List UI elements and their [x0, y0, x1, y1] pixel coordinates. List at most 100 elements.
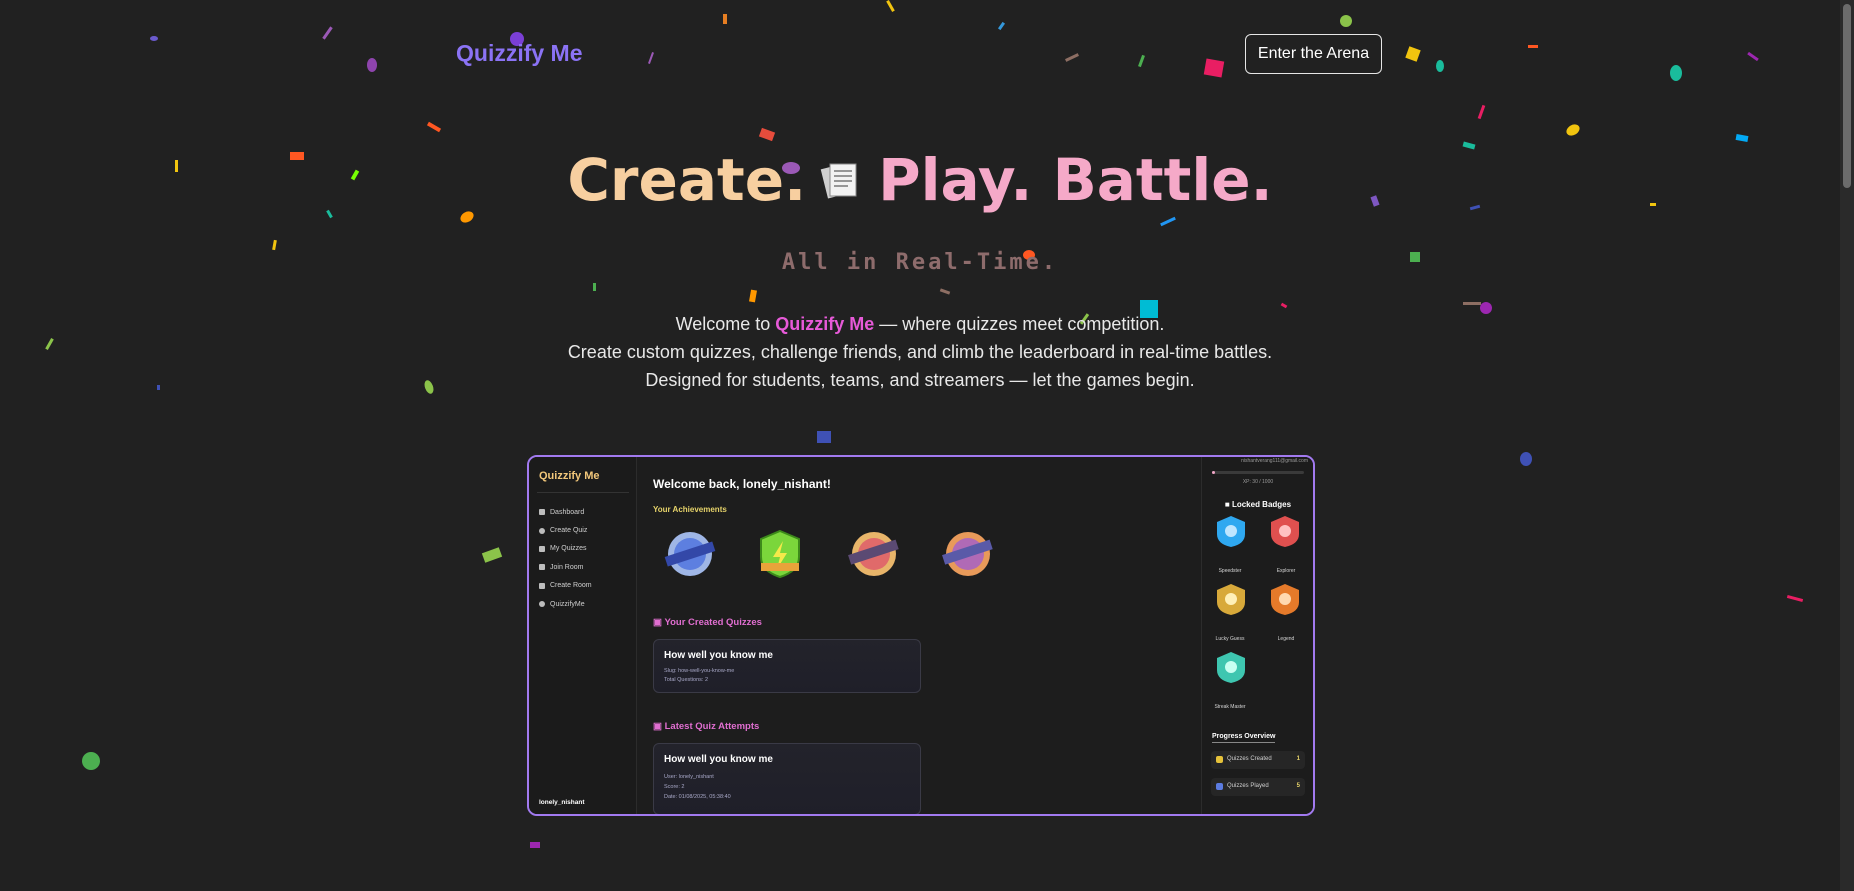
confetti-piece	[530, 842, 540, 848]
confetti-piece	[997, 21, 1006, 31]
confetti-piece	[1160, 216, 1176, 227]
confetti-piece	[648, 52, 654, 64]
nav-label: Create Quiz	[550, 527, 588, 535]
section-label: Latest Quiz Attempts	[664, 721, 760, 732]
preview-nav-dashboard: Dashboard	[539, 503, 592, 521]
confetti-piece	[1520, 452, 1532, 466]
site-logo[interactable]: Quizzify Me	[456, 40, 583, 67]
intro-line-2: Create custom quizzes, challenge friends…	[567, 342, 1273, 362]
preview-logo: Quizzify Me	[539, 470, 600, 482]
preview-welcome: Welcome back, lonely_nishant!	[653, 477, 831, 491]
hero-title: Create. Play. Battle.	[0, 146, 1840, 214]
preview-sidebar: Quizzify Me Dashboard Create Quiz My Qui…	[529, 457, 637, 814]
confetti-piece	[82, 752, 100, 770]
confetti-piece	[1065, 53, 1079, 62]
hero-subtitle: All in Real-Time.	[781, 250, 1059, 275]
stat-value: 5	[1296, 783, 1300, 789]
created-quiz-card: How well you know me Slug: how-well-you-…	[653, 639, 921, 693]
info-icon	[539, 601, 545, 608]
preview-achievements-title: Your Achievements	[653, 505, 727, 514]
confetti-piece	[1564, 122, 1582, 138]
xp-label: XP: 30 / 1000	[1242, 479, 1274, 485]
confetti-piece	[1405, 46, 1421, 62]
confetti-piece	[322, 26, 333, 40]
quiz-champ-badge-icon	[760, 529, 800, 579]
card-slug: Slug: how-well-you-know-me	[664, 668, 735, 674]
confetti-piece	[1340, 15, 1352, 27]
confetti-piece	[758, 127, 776, 142]
preview-nav-my-quizzes: My Quizzes	[539, 540, 592, 558]
nav-label: Dashboard	[550, 508, 585, 516]
intro-prefix: Welcome to	[675, 314, 776, 334]
home-icon	[539, 509, 545, 516]
confetti-piece	[1138, 54, 1145, 68]
intro-line-1: Welcome to Quizzify Me — where quizzes m…	[0, 310, 1840, 338]
nav-label: Create Room	[550, 582, 592, 590]
nav-label: Join Room	[550, 563, 584, 571]
preview-nav-create-room: Create Room	[539, 577, 592, 595]
scrollbar[interactable]	[1840, 0, 1854, 891]
hero-word-play: Play.	[878, 146, 1033, 214]
confetti-piece	[426, 121, 442, 133]
nav-label: QuizzifyMe	[550, 600, 585, 608]
confetti-piece	[886, 0, 895, 12]
explorer-badge-icon	[1271, 516, 1299, 547]
card-date: Date: 01/08/2025, 05:38:40	[664, 794, 731, 800]
intro-line-3: Designed for students, teams, and stream…	[645, 370, 1195, 390]
stat-label: Quizzes Created	[1227, 756, 1272, 762]
xp-progress-bar	[1212, 471, 1304, 474]
plus-circle-icon	[539, 527, 545, 534]
confetti-piece	[723, 14, 727, 24]
streak-master-badge-icon	[1217, 652, 1245, 683]
confetti-piece	[1280, 302, 1288, 309]
lucky-guess-badge-icon	[1217, 584, 1245, 615]
preview-nav: Dashboard Create Quiz My Quizzes Join Ro…	[539, 503, 592, 613]
badge-label: Explorer	[1276, 568, 1296, 574]
hero-word-battle: Battle.	[1052, 146, 1273, 214]
confetti-piece	[1747, 51, 1759, 62]
eye-icon	[539, 582, 545, 589]
confetti-piece	[939, 288, 951, 295]
lock-icon: ■	[1224, 500, 1232, 509]
intro-text: Welcome to Quizzify Me — where quizzes m…	[0, 310, 1840, 394]
speedster-badge-icon	[1217, 516, 1245, 547]
confetti-piece	[367, 58, 377, 72]
door-icon	[539, 564, 545, 571]
confetti-piece	[1735, 134, 1749, 142]
intro-suffix: — where quizzes meet competition.	[874, 314, 1165, 334]
gamepad-icon	[1216, 783, 1223, 790]
progress-overview-title: Progress Overview	[1212, 733, 1276, 743]
section-label: Locked Badges	[1231, 500, 1292, 509]
confetti-piece	[817, 431, 831, 443]
chart-icon: ▣	[653, 721, 665, 732]
preview-username: lonely_nishant	[539, 799, 585, 806]
landing-page: Quizzify Me Enter the Arena Create. Play.…	[0, 0, 1854, 891]
flawless-victory-badge-icon	[942, 532, 993, 576]
card-score: Score: 2	[664, 784, 685, 790]
scrollbar-thumb[interactable]	[1843, 4, 1851, 188]
dashboard-preview: Quizzify Me Dashboard Create Quiz My Qui…	[527, 455, 1315, 816]
card-title: How well you know me	[664, 754, 773, 765]
confetti-piece	[749, 289, 757, 303]
confetti-piece	[1436, 60, 1444, 72]
preview-email: nishantverang111@gmail.com	[1241, 458, 1308, 464]
welcome-badge-icon	[664, 532, 716, 576]
preview-created-title: ▣ Your Created Quizzes	[653, 617, 762, 628]
enter-arena-button[interactable]: Enter the Arena	[1245, 34, 1382, 74]
confetti-piece	[1528, 45, 1538, 48]
nav-label: My Quizzes	[550, 545, 587, 553]
confetti-piece	[1203, 58, 1225, 78]
badge-label: Speedster	[1218, 568, 1242, 574]
xp-progress-fill	[1212, 471, 1215, 474]
list-icon	[539, 545, 545, 552]
confetti-piece	[272, 239, 277, 251]
card-total: Total Questions: 2	[664, 677, 709, 683]
confetti-piece	[1477, 104, 1486, 120]
stat-label: Quizzes Played	[1227, 783, 1269, 789]
confetti-piece	[481, 547, 503, 563]
confetti-piece	[150, 36, 158, 41]
gamepad-icon: ▣	[653, 617, 665, 628]
card-user: User: lonely_nishant	[664, 774, 714, 780]
preview-attempts-title: ▣ Latest Quiz Attempts	[653, 721, 759, 732]
legend-badge-icon	[1271, 584, 1299, 615]
